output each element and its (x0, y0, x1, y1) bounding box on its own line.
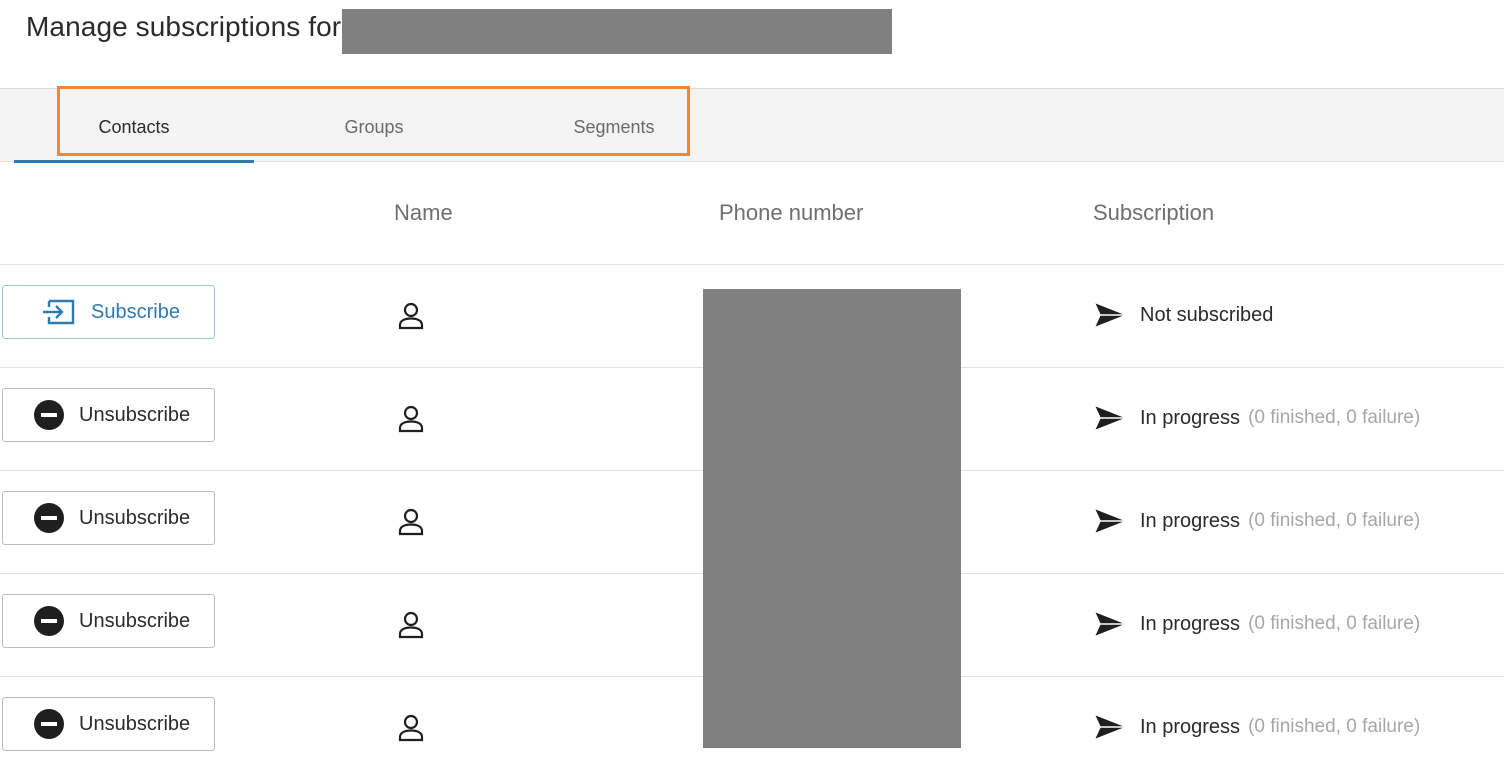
table-header: Name Phone number Subscription (0, 162, 1504, 265)
unsubscribe-button[interactable]: Unsubscribe (2, 491, 215, 545)
unsubscribe-button-label: Unsubscribe (79, 712, 191, 735)
unsubscribe-button-label: Unsubscribe (79, 609, 191, 632)
subscription-status: In progress (0 finished, 0 failure) (1093, 712, 1420, 742)
send-icon (1093, 403, 1128, 433)
minus-circle-icon (33, 708, 65, 740)
tab-segments[interactable]: Segments (494, 89, 734, 162)
minus-circle-icon (33, 502, 65, 534)
send-icon (1093, 300, 1128, 330)
title-row: Manage subscriptions for (0, 0, 1504, 88)
status-detail: (0 finished, 0 failure) (1248, 716, 1421, 737)
status-text: In progress (1140, 406, 1241, 429)
column-header-name: Name (394, 200, 453, 225)
tab-bar: Contacts Groups Segments (0, 88, 1504, 163)
redacted-phone-numbers (703, 289, 961, 748)
status-text: In progress (1140, 509, 1241, 532)
manage-subscriptions-page: Manage subscriptions for Contacts Groups… (0, 0, 1504, 777)
enter-icon (41, 298, 77, 326)
minus-circle-icon (33, 399, 65, 431)
person-icon (396, 507, 426, 542)
subscribe-button[interactable]: Subscribe (2, 285, 215, 339)
person-icon (396, 404, 426, 439)
subscription-status: In progress (0 finished, 0 failure) (1093, 506, 1420, 536)
status-detail: (0 finished, 0 failure) (1248, 407, 1421, 428)
person-icon (396, 713, 426, 748)
redacted-title-block (342, 9, 892, 54)
minus-circle-icon (33, 605, 65, 637)
unsubscribe-button[interactable]: Unsubscribe (2, 697, 215, 751)
unsubscribe-button-label: Unsubscribe (79, 506, 191, 529)
status-detail: (0 finished, 0 failure) (1248, 613, 1421, 634)
tab-contacts[interactable]: Contacts (14, 89, 254, 162)
send-icon (1093, 506, 1128, 536)
send-icon (1093, 609, 1128, 639)
status-detail: (0 finished, 0 failure) (1248, 510, 1421, 531)
column-header-phone: Phone number (719, 200, 864, 225)
subscription-status: In progress (0 finished, 0 failure) (1093, 609, 1420, 639)
status-text: Not subscribed (1140, 303, 1274, 326)
unsubscribe-button[interactable]: Unsubscribe (2, 594, 215, 648)
send-icon (1093, 712, 1128, 742)
page-title: Manage subscriptions for (26, 11, 342, 42)
tab-groups[interactable]: Groups (254, 89, 494, 162)
unsubscribe-button[interactable]: Unsubscribe (2, 388, 215, 442)
status-text: In progress (1140, 715, 1241, 738)
subscription-status: In progress (0 finished, 0 failure) (1093, 403, 1420, 433)
subscription-status: Not subscribed (1093, 300, 1281, 330)
status-text: In progress (1140, 612, 1241, 635)
column-header-subscription: Subscription (1093, 200, 1215, 225)
person-icon (396, 301, 426, 336)
subscribe-button-label: Subscribe (91, 300, 180, 323)
unsubscribe-button-label: Unsubscribe (79, 403, 191, 426)
person-icon (396, 610, 426, 645)
